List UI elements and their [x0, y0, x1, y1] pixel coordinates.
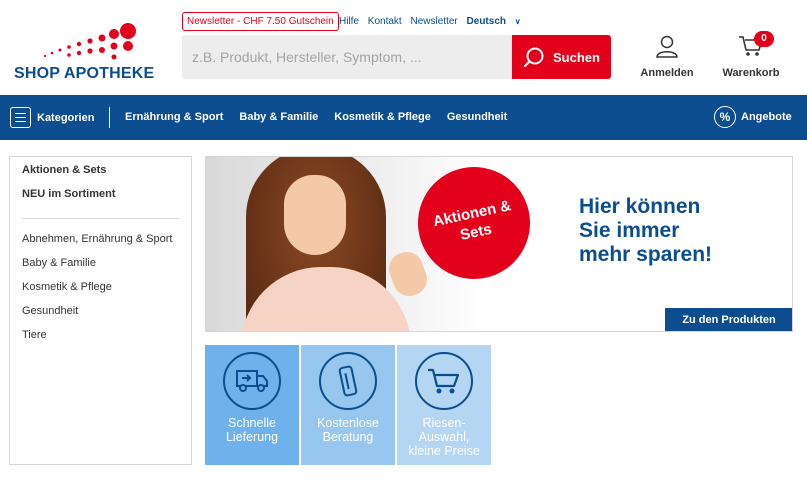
sidebar-divider	[22, 218, 179, 219]
wide-selection-label: Riesen- Auswahl, kleine Preise	[408, 416, 480, 458]
help-link[interactable]: Hilfe	[339, 16, 359, 27]
offers-label: Angebote	[741, 111, 792, 123]
logo-text: SHOP APOTHEKE	[14, 65, 155, 82]
nav-divider	[109, 107, 110, 128]
sidebar-item-weightloss[interactable]: Abnehmen, Ernährung & Sport	[22, 232, 191, 256]
language-label: Deutsch	[466, 16, 506, 27]
wide-selection-tile[interactable]: Riesen- Auswahl, kleine Preise	[397, 345, 491, 465]
nav-item-baby-family[interactable]: Baby & Familie	[239, 111, 318, 123]
account-button[interactable]: Anmelden	[636, 34, 698, 79]
free-advice-tile[interactable]: Kostenlose Beratung	[301, 345, 395, 465]
nav-items: Ernährung & Sport Baby & Familie Kosmeti…	[125, 111, 507, 123]
cart-button[interactable]: 0 Warenkorb	[718, 31, 784, 79]
nav-item-health[interactable]: Gesundheit	[447, 111, 508, 123]
search-input[interactable]	[182, 35, 512, 79]
promo-badge-text: Aktionen & Sets	[431, 197, 513, 244]
banner-headline: Hier können Sie immer mehr sparen!	[579, 195, 713, 266]
newsletter-voucher-link[interactable]: Newsletter - CHF 7.50 Gutschein	[182, 12, 339, 31]
offers-link[interactable]: % Angebote	[714, 106, 792, 128]
free-advice-label: Kostenlose Beratung	[317, 416, 379, 444]
to-products-button[interactable]: Zu den Produkten	[665, 308, 792, 331]
user-icon	[656, 35, 678, 58]
search-button-label: Suchen	[553, 49, 600, 65]
sidebar-item-new[interactable]: NEU im Sortiment	[22, 187, 191, 211]
sidebar-item-promotions[interactable]: Aktionen & Sets	[22, 163, 191, 187]
sidebar-item-health[interactable]: Gesundheit	[22, 304, 191, 328]
nav-item-nutrition-sport[interactable]: Ernährung & Sport	[125, 111, 223, 123]
search-button[interactable]: Suchen	[512, 35, 611, 79]
chevron-down-icon: ∨	[514, 17, 521, 26]
shopping-cart-icon	[415, 352, 473, 410]
account-label: Anmelden	[640, 67, 694, 79]
hamburger-menu-icon	[10, 107, 31, 128]
language-selector[interactable]: Deutsch ∨	[467, 16, 527, 27]
logo-dots-icon	[43, 23, 136, 60]
cart-label: Warenkorb	[722, 67, 780, 79]
main-navigation: Kategorien Ernährung & Sport Baby & Fami…	[0, 95, 807, 140]
nav-item-cosmetics-care[interactable]: Kosmetik & Pflege	[334, 111, 431, 123]
categories-menu-button[interactable]: Kategorien	[10, 107, 94, 128]
category-sidebar: Aktionen & Sets NEU im Sortiment Abnehme…	[9, 156, 192, 465]
categories-label: Kategorien	[37, 111, 95, 124]
shop-logo[interactable]: SHOP APOTHEKE	[14, 22, 164, 84]
contact-link[interactable]: Kontakt	[368, 16, 402, 27]
sidebar-item-animals[interactable]: Tiere	[22, 328, 191, 352]
search-icon	[523, 47, 544, 68]
phone-icon	[319, 352, 377, 410]
fast-delivery-label: Schnelle Lieferung	[225, 416, 279, 444]
sidebar-item-baby-family[interactable]: Baby & Familie	[22, 256, 191, 280]
fast-delivery-tile[interactable]: Schnelle Lieferung	[205, 345, 299, 465]
delivery-truck-icon	[223, 352, 281, 410]
percent-icon: %	[714, 106, 736, 128]
top-links: Hilfe Kontakt Newsletter Deutsch ∨	[339, 16, 533, 27]
cart-count-badge: 0	[754, 31, 774, 47]
promo-banner[interactable]: Aktionen & Sets Hier können Sie immer me…	[205, 156, 793, 332]
newsletter-link[interactable]: Newsletter	[411, 16, 458, 27]
sidebar-item-cosmetics[interactable]: Kosmetik & Pflege	[22, 280, 191, 304]
